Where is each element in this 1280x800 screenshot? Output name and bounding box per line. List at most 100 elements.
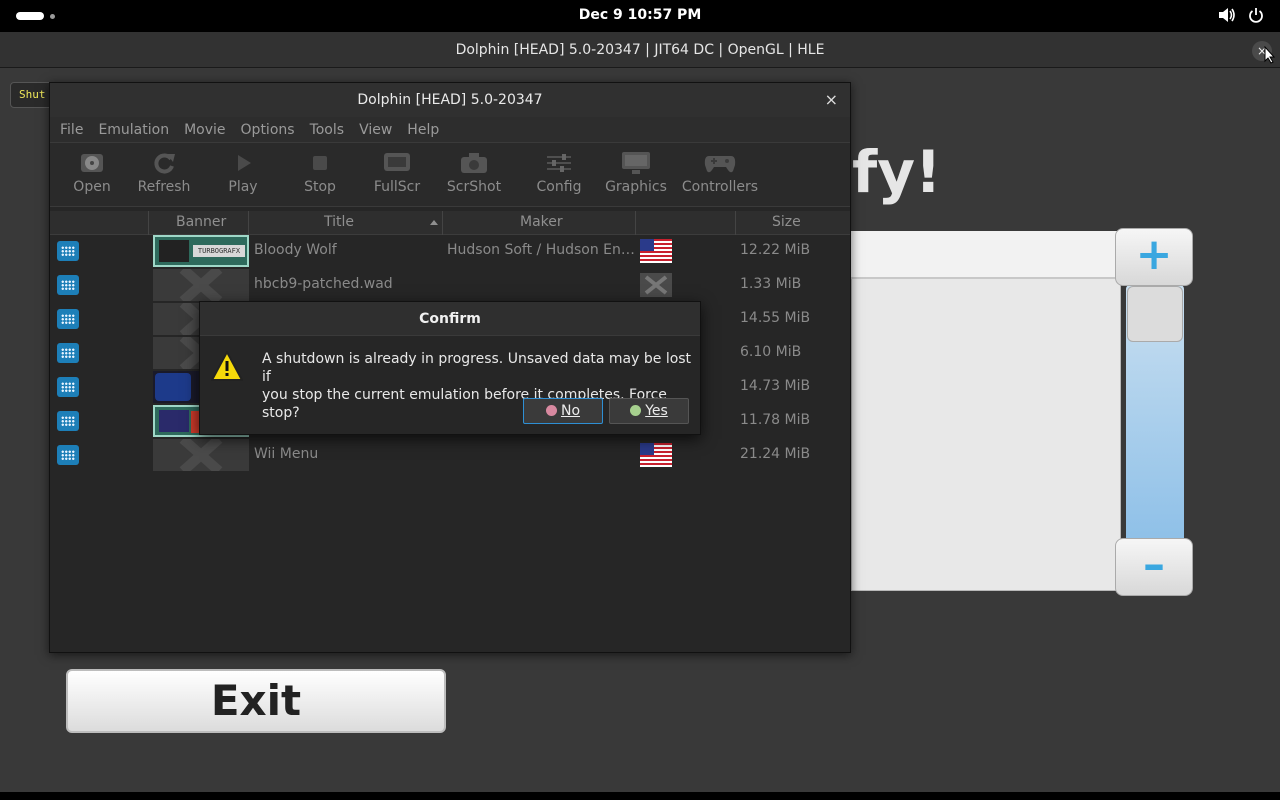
exit-button[interactable]: Exit	[66, 669, 446, 733]
stop-icon	[302, 149, 338, 177]
volume-icon[interactable]	[1218, 7, 1236, 23]
game-screen-text: fy!	[852, 138, 942, 206]
game-list-header: Banner Title Maker Size	[50, 211, 850, 235]
controllers-label: Controllers	[681, 179, 759, 195]
column-banner[interactable]: Banner	[176, 214, 226, 230]
turbografx-banner: TURBOGRAFX	[153, 235, 249, 267]
mouse-cursor-icon	[1264, 46, 1276, 64]
play-icon	[226, 149, 262, 177]
game-title: Bloody Wolf	[254, 242, 337, 258]
refresh-label: Refresh	[137, 179, 191, 195]
menu-options[interactable]: Options	[241, 117, 295, 142]
wii-panel-header	[851, 231, 1121, 279]
menu-help[interactable]: Help	[407, 117, 439, 142]
wii-channel-icon	[57, 343, 79, 363]
game-row[interactable]: hbcb9-patched.wad 1.33 MiB	[50, 268, 850, 302]
screenshot-label: ScrShot	[446, 179, 502, 195]
open-label: Open	[73, 179, 111, 195]
fullscreen-icon	[379, 149, 415, 177]
wii-scrollbar-thumb[interactable]	[1127, 286, 1183, 342]
camera-icon	[456, 149, 492, 177]
yes-led-icon	[630, 405, 642, 416]
menu-movie[interactable]: Movie	[184, 117, 225, 142]
menu-emulation[interactable]: Emulation	[98, 117, 169, 142]
game-size: 14.55 MiB	[740, 310, 811, 326]
column-maker[interactable]: Maker	[520, 214, 563, 230]
sliders-icon	[541, 149, 577, 177]
wii-channel-icon	[57, 241, 79, 261]
menu-file[interactable]: File	[60, 117, 83, 142]
wii-channel-icon	[57, 377, 79, 397]
stop-button[interactable]: Stop	[302, 149, 338, 195]
wii-minus-button[interactable]: –	[1115, 538, 1193, 596]
wii-content-panel	[851, 231, 1121, 591]
header-separator	[635, 211, 636, 235]
graphics-label: Graphics	[605, 179, 667, 195]
dolphin-title: Dolphin [HEAD] 5.0-20347	[357, 92, 543, 108]
game-size: 14.73 MiB	[740, 378, 811, 394]
stop-label: Stop	[304, 179, 336, 195]
no-banner-icon	[179, 269, 223, 301]
dolphin-titlebar[interactable]: Dolphin [HEAD] 5.0-20347 ×	[50, 83, 850, 117]
usa-flag-icon	[640, 443, 672, 467]
game-maker: Hudson Soft / Hudson Ent…	[447, 242, 637, 258]
clock[interactable]: Dec 9 10:57 PM	[0, 7, 1280, 23]
render-bottom-edge	[0, 792, 1280, 800]
monitor-icon	[618, 149, 654, 177]
menu-tools[interactable]: Tools	[310, 117, 345, 142]
wii-channel-icon	[57, 445, 79, 465]
controllers-button[interactable]: Controllers	[680, 149, 760, 195]
open-button[interactable]: Open	[68, 149, 116, 195]
banner-art	[159, 410, 189, 432]
graphics-button[interactable]: Graphics	[605, 149, 667, 195]
empty-banner	[153, 439, 249, 471]
menu-bar: File Emulation Movie Options Tools View …	[50, 117, 850, 143]
no-label: No	[560, 403, 581, 419]
render-window-titlebar[interactable]: Dolphin [HEAD] 5.0-20347 | JIT64 DC | Op…	[0, 32, 1280, 68]
no-led-icon	[545, 405, 557, 416]
play-label: Play	[228, 179, 258, 195]
toolbar: Open Refresh Play Stop FullScr ScrShot C…	[50, 143, 850, 207]
power-icon[interactable]	[1248, 7, 1264, 23]
screenshot-button[interactable]: ScrShot	[446, 149, 502, 195]
game-row[interactable]: TURBOGRAFX Bloody Wolf Hudson Soft / Hud…	[50, 234, 850, 268]
header-separator	[248, 211, 249, 235]
open-disc-icon	[74, 149, 110, 177]
sort-ascending-icon	[430, 220, 438, 225]
yes-button[interactable]: Yes	[609, 398, 689, 424]
header-separator	[735, 211, 736, 235]
dialog-title[interactable]: Confirm	[200, 302, 700, 336]
empty-banner	[153, 269, 249, 301]
warning-icon	[211, 351, 243, 381]
game-title: Wii Menu	[254, 446, 319, 462]
refresh-button[interactable]: Refresh	[136, 149, 192, 195]
no-button[interactable]: No	[523, 398, 603, 424]
header-separator	[148, 211, 149, 235]
play-button[interactable]: Play	[226, 149, 260, 195]
game-title: hbcb9-patched.wad	[254, 276, 393, 292]
wii-channel-icon	[57, 411, 79, 431]
yes-label: Yes	[645, 403, 668, 419]
fullscreen-button[interactable]: FullScr	[370, 149, 424, 195]
banner-art	[155, 373, 191, 401]
confirm-dialog: Confirm A shutdown is already in progres…	[199, 301, 701, 435]
game-size: 1.33 MiB	[740, 276, 802, 292]
fullscreen-label: FullScr	[373, 179, 421, 195]
dialog-message-line: A shutdown is already in progress. Unsav…	[262, 351, 692, 385]
config-button[interactable]: Config	[536, 149, 582, 195]
column-size[interactable]: Size	[772, 214, 801, 230]
game-row[interactable]: Wii Menu 21.24 MiB	[50, 438, 850, 472]
game-size: 21.24 MiB	[740, 446, 811, 462]
gamepad-icon	[702, 149, 738, 177]
no-banner-icon	[179, 439, 223, 471]
game-size: 6.10 MiB	[740, 344, 802, 360]
wii-plus-button[interactable]: +	[1115, 228, 1193, 286]
render-window-title: Dolphin [HEAD] 5.0-20347 | JIT64 DC | Op…	[455, 42, 825, 58]
wii-channel-icon	[57, 309, 79, 329]
menu-view[interactable]: View	[359, 117, 392, 142]
system-tray[interactable]	[1218, 7, 1264, 23]
dolphin-close-button[interactable]: ×	[825, 83, 838, 117]
game-size: 12.22 MiB	[740, 242, 811, 258]
column-title[interactable]: Title	[324, 214, 354, 230]
refresh-icon	[146, 149, 182, 177]
